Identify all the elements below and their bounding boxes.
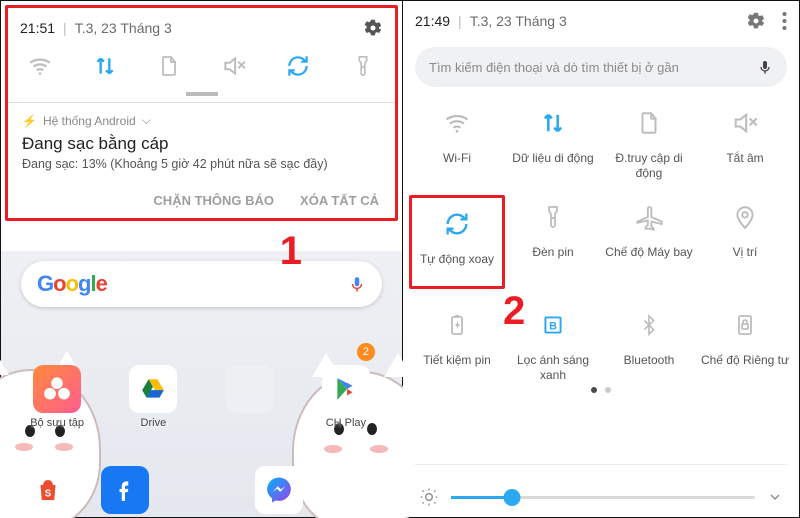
tutorial-image: 21:51 | T.3, 23 Tháng 3 ⚡	[0, 0, 800, 518]
gear-icon[interactable]	[363, 18, 383, 38]
wifi-tile[interactable]: Wi-Fi	[409, 101, 505, 181]
quick-settings-grid: Wi-Fi Dữ liệu di động Đ.truy cập di động Tắ…	[403, 101, 799, 383]
quick-settings-row	[8, 48, 395, 92]
dock: S	[1, 455, 402, 518]
plane-icon	[627, 195, 671, 239]
bt-icon	[627, 303, 671, 347]
status-date: T.3, 23 Tháng 3	[470, 13, 567, 29]
mute-tile[interactable]: Tắt âm	[697, 101, 793, 181]
notification-source: ⚡ Hệ thống Android ⌵	[22, 113, 381, 128]
more-icon[interactable]	[782, 12, 787, 30]
facebook-app-icon[interactable]	[101, 466, 149, 514]
brightness-slider[interactable]	[451, 496, 755, 499]
data-icon	[531, 101, 575, 145]
bluetooth-tile[interactable]: Bluetooth	[601, 303, 697, 383]
status-bar: 21:51 | T.3, 23 Tháng 3	[8, 8, 395, 48]
auto-rotate-tile[interactable]: Tự động xoay	[409, 195, 505, 289]
svg-text:B: B	[549, 320, 557, 332]
mobile-data-icon[interactable]	[87, 48, 123, 84]
badge: 2	[357, 343, 375, 361]
tile-label: Dữ liệu di động	[512, 151, 593, 181]
tile-label: Tiết kiệm pin	[423, 353, 491, 383]
tile-label: Tắt âm	[726, 151, 763, 181]
gallery-app[interactable]: Bộ sưu tập	[22, 365, 92, 429]
mute-icon	[723, 101, 767, 145]
charging-notification[interactable]: ⚡ Hệ thống Android ⌵ Đang sạc bằng cáp Đ…	[8, 103, 395, 181]
drive-app[interactable]: Drive	[118, 365, 188, 429]
brightness-slider-row	[403, 487, 799, 507]
svg-text:S: S	[44, 488, 51, 499]
clock-time: 21:49	[415, 13, 450, 29]
chevron-down-icon[interactable]	[767, 489, 783, 505]
notification-actions: CHẶN THÔNG BÁO XÓA TẤT CẢ	[8, 181, 395, 218]
wifi-icon[interactable]	[22, 48, 58, 84]
voice-search-icon[interactable]	[348, 275, 366, 293]
search-placeholder: Tìm kiếm điện thoại và dò tìm thiết bị ở…	[429, 60, 679, 75]
mute-icon[interactable]	[216, 48, 252, 84]
google-search-bar[interactable]: Google	[21, 261, 382, 307]
datasaver-icon	[627, 101, 671, 145]
app-3[interactable]	[215, 365, 285, 429]
mobile-data-tile[interactable]: Dữ liệu di động	[505, 101, 601, 181]
right-panel-quick-settings: 21:49 | T.3, 23 Tháng 3 Tìm kiếm điện th…	[403, 1, 799, 517]
app-drawer-icon[interactable]	[178, 466, 226, 514]
left-panel-notification-shade: 21:51 | T.3, 23 Tháng 3 ⚡	[1, 1, 403, 517]
flash-icon	[531, 195, 575, 239]
tile-label: Vị trí	[733, 245, 758, 275]
dock-app-5-icon[interactable]	[332, 466, 380, 514]
tile-label: Đ.truy cập di động	[601, 151, 697, 181]
battery-saver-tile[interactable]: Tiết kiệm pin	[409, 303, 505, 383]
location-tile[interactable]: Vị trí	[697, 195, 793, 289]
tile-label: Lọc ánh sáng xanh	[505, 353, 601, 383]
auto-rotate-icon[interactable]	[280, 48, 316, 84]
status-bar: 21:49 | T.3, 23 Tháng 3	[403, 1, 799, 41]
shopee-app-icon[interactable]: S	[24, 466, 72, 514]
bolt-icon: ⚡	[22, 114, 37, 128]
data-saver-tile[interactable]: Đ.truy cập di động	[601, 101, 697, 181]
blue-icon: B	[531, 303, 575, 347]
tile-label: Đèn pin	[532, 245, 573, 275]
batt-icon	[435, 303, 479, 347]
flashlight-icon[interactable]	[345, 48, 381, 84]
private-mode-tile[interactable]: Chế độ Riêng tư	[697, 303, 793, 383]
messenger-app-icon[interactable]	[255, 466, 303, 514]
loc-icon	[723, 195, 767, 239]
page-indicator	[403, 387, 799, 393]
callout-marker-1: 1	[280, 229, 302, 274]
priv-icon	[723, 303, 767, 347]
drag-handle-icon[interactable]	[186, 92, 218, 96]
clear-all-button[interactable]: XÓA TẤT CẢ	[300, 193, 379, 208]
rotate-icon	[435, 202, 479, 246]
block-notification-button[interactable]: CHẶN THÔNG BÁO	[153, 193, 274, 208]
wifi-icon	[435, 101, 479, 145]
tile-label: Tự động xoay	[420, 252, 494, 282]
tile-label: Chế độ Máy bay	[605, 245, 692, 275]
google-logo-icon: Google	[37, 271, 107, 297]
notification-title: Đang sạc bằng cáp	[22, 134, 381, 154]
gear-icon[interactable]	[746, 11, 766, 31]
finder-search[interactable]: Tìm kiếm điện thoại và dò tìm thiết bị ở…	[415, 47, 787, 87]
notification-shade-highlighted: 21:51 | T.3, 23 Tháng 3 ⚡	[5, 5, 398, 221]
chevron-down-icon[interactable]: ⌵	[142, 113, 151, 128]
play-store-app[interactable]: 2 CH Play	[311, 365, 381, 429]
flashlight-tile[interactable]: Đèn pin	[505, 195, 601, 289]
voice-icon[interactable]	[757, 57, 773, 77]
status-date: T.3, 23 Tháng 3	[75, 20, 172, 36]
tile-label: Chế độ Riêng tư	[701, 353, 789, 383]
airplane-tile[interactable]: Chế độ Máy bay	[601, 195, 697, 289]
callout-marker-2: 2	[503, 289, 525, 334]
data-saver-icon[interactable]	[151, 48, 187, 84]
notification-body: Đang sạc: 13% (Khoảng 5 giờ 42 phút nữa …	[22, 157, 381, 171]
tile-label: Bluetooth	[624, 353, 675, 383]
tile-label: Wi-Fi	[443, 151, 471, 181]
app-row: Bộ sưu tập Drive 2 CH Play	[1, 365, 402, 429]
separator: |	[63, 20, 67, 36]
brightness-icon	[419, 487, 439, 507]
clock-time: 21:51	[20, 20, 55, 36]
